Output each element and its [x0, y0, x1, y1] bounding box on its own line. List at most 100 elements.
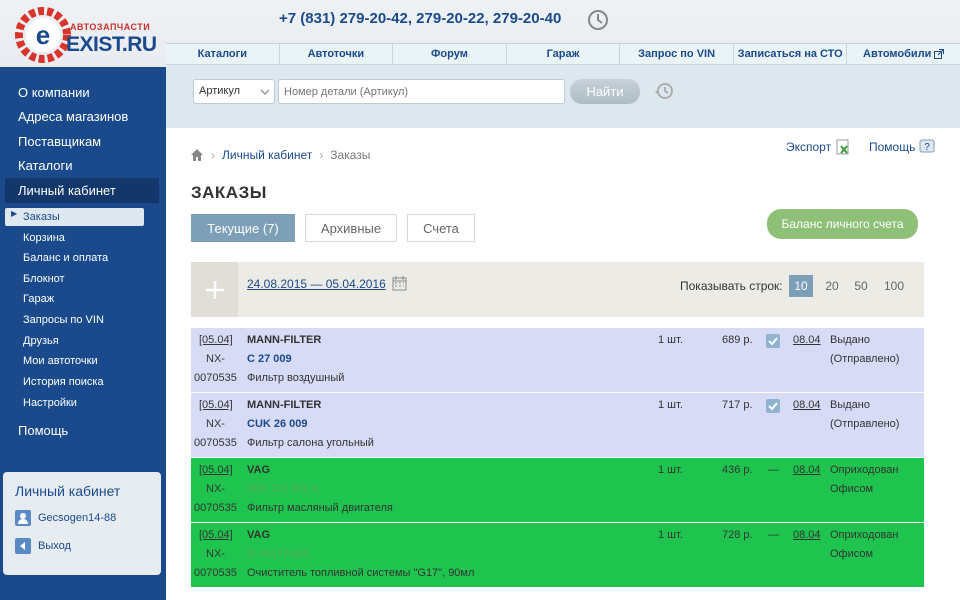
order-date[interactable]: [05.04]: [199, 334, 233, 346]
logo[interactable]: e АВТОЗАПЧАСТИ EXIST.RU: [14, 6, 164, 64]
sidebar-sub-orders[interactable]: ▶ Заказы: [5, 208, 144, 226]
nav-catalogs[interactable]: Каталоги: [166, 44, 280, 64]
nav-cars-label: Автомобили: [863, 48, 932, 60]
order-part-code[interactable]: 06D 115 562 A: [247, 483, 319, 495]
checkbox-checked-icon[interactable]: [766, 334, 780, 348]
order-quantity: 1 шт.: [658, 334, 683, 346]
sidebar-item-catalogs[interactable]: Каталоги: [0, 158, 166, 173]
sidebar-item-about[interactable]: О компании: [0, 85, 166, 100]
order-row[interactable]: [05.04] NX- 0070535 MANN-FILTER C 27 009…: [191, 328, 924, 392]
order-number: 0070535: [194, 437, 237, 449]
history-icon[interactable]: [654, 81, 674, 101]
sidebar-sub-friends[interactable]: Друзья: [0, 335, 166, 347]
sidebar-sub-orders-label: Заказы: [23, 211, 60, 223]
rows-option-50[interactable]: 50: [849, 275, 873, 297]
sidebar-sub-vin[interactable]: Запросы по VIN: [0, 314, 166, 326]
logout-icon: [15, 538, 31, 554]
nav-forum[interactable]: Форум: [393, 44, 507, 64]
order-part-code[interactable]: C 27 009: [247, 353, 292, 365]
order-number-prefix: NX-: [206, 418, 225, 430]
order-description: Фильтр салона угольный: [247, 437, 374, 449]
svg-text:e: e: [36, 20, 50, 50]
sidebar-item-cabinet[interactable]: Личный кабинет: [5, 178, 159, 203]
order-delivery-date[interactable]: 08.04: [793, 529, 821, 541]
breadcrumb-cabinet[interactable]: Личный кабинет: [222, 148, 312, 162]
sidebar-sub-notebook[interactable]: Блокнот: [0, 273, 166, 285]
order-delivery-date[interactable]: 08.04: [793, 464, 821, 476]
order-brand: VAG: [247, 464, 271, 476]
sidebar-item-stores[interactable]: Адреса магазинов: [0, 109, 166, 124]
sidebar-item-suppliers[interactable]: Поставщикам: [0, 134, 166, 149]
order-status-detail: Офисом: [830, 548, 874, 560]
search-type-value: Артикул: [199, 85, 241, 97]
order-price: 728 р.: [722, 529, 753, 541]
nav-autopoints[interactable]: Автоточки: [280, 44, 394, 64]
rows-option-100[interactable]: 100: [880, 275, 908, 297]
order-row[interactable]: [05.04] NX- 0070535 VAG 06D 115 562 A Фи…: [191, 458, 924, 522]
date-range-link[interactable]: 24.08.2015 — 05.04.2016: [247, 277, 386, 291]
help-link[interactable]: Помощь ?: [869, 139, 935, 155]
sidebar-item-help[interactable]: Помощь: [0, 423, 166, 438]
phone-numbers: +7 (831) 279-20-42, 279-20-22, 279-20-40: [279, 10, 562, 27]
order-row[interactable]: [05.04] NX- 0070535 MANN-FILTER CUK 26 0…: [191, 393, 924, 457]
user-link[interactable]: Gecsogen14-88: [15, 510, 116, 526]
order-date[interactable]: [05.04]: [199, 399, 233, 411]
rows-option-10[interactable]: 10: [789, 275, 813, 297]
logo-text: EXIST.RU: [66, 33, 157, 56]
external-link-icon: [934, 49, 945, 59]
order-date[interactable]: [05.04]: [199, 464, 233, 476]
breadcrumb-current: Заказы: [330, 148, 371, 162]
sidebar-sub-search-history[interactable]: История поиска: [0, 376, 166, 388]
logout-link[interactable]: Выход: [15, 538, 71, 554]
filter-bar: 24.08.2015 — 05.04.2016 Показывать строк…: [191, 262, 924, 317]
sidebar-sub-cart[interactable]: Корзина: [0, 232, 166, 244]
order-date[interactable]: [05.04]: [199, 529, 233, 541]
order-part-code[interactable]: CUK 26 009: [247, 418, 308, 430]
part-number-input[interactable]: [278, 79, 565, 104]
nav-cars[interactable]: Автомобили: [847, 44, 960, 64]
checkbox-checked-icon[interactable]: [766, 399, 780, 413]
sidebar-sub-balance[interactable]: Баланс и оплата: [0, 252, 166, 264]
sidebar-sub-autopoints[interactable]: Мои автоточки: [0, 355, 166, 367]
order-brand: MANN-FILTER: [247, 334, 322, 346]
order-row[interactable]: [05.04] NX- 0070535 VAG G 001770A2 Очист…: [191, 523, 924, 587]
order-status-detail: Офисом: [830, 483, 874, 495]
search-button[interactable]: Найти: [570, 79, 640, 104]
order-check-empty: —: [768, 529, 779, 541]
order-delivery-date[interactable]: 08.04: [793, 334, 821, 346]
order-part-code[interactable]: G 001770A2: [247, 548, 309, 560]
export-link[interactable]: Экспорт: [786, 139, 851, 155]
search-type-select[interactable]: Артикул: [193, 79, 275, 104]
nav-vin-request[interactable]: Запрос по VIN: [620, 44, 734, 64]
order-description: Фильтр воздушный: [247, 372, 345, 384]
rows-option-20[interactable]: 20: [820, 275, 844, 297]
tab-current[interactable]: Текущие (7): [191, 214, 295, 242]
cabinet-panel: Личный кабинет Gecsogen14-88 Выход: [3, 472, 161, 575]
nav-garage[interactable]: Гараж: [507, 44, 621, 64]
tab-invoices[interactable]: Счета: [407, 214, 475, 242]
clock-icon[interactable]: [587, 9, 609, 31]
order-status-detail: (Отправлено): [830, 353, 900, 365]
order-brand: MANN-FILTER: [247, 399, 322, 411]
order-quantity: 1 шт.: [658, 399, 683, 411]
order-number-prefix: NX-: [206, 548, 225, 560]
arrow-right-icon: ▶: [11, 209, 18, 218]
page: e АВТОЗАПЧАСТИ EXIST.RU +7 (831) 279-20-…: [0, 0, 960, 600]
order-delivery-date[interactable]: 08.04: [793, 399, 821, 411]
order-brand: VAG: [247, 529, 271, 541]
order-number-prefix: NX-: [206, 483, 225, 495]
order-status: Выдано: [830, 399, 870, 411]
order-status: Оприходован: [830, 529, 899, 541]
order-status: Выдано: [830, 334, 870, 346]
nav-service-booking[interactable]: Записаться на СТО: [734, 44, 848, 64]
expand-filter-button[interactable]: [191, 262, 238, 317]
sidebar-sub-settings[interactable]: Настройки: [0, 397, 166, 409]
calendar-icon[interactable]: [392, 276, 407, 291]
sidebar-sub-garage[interactable]: Гараж: [0, 293, 166, 305]
help-label: Помощь: [869, 140, 916, 154]
user-icon: [15, 510, 31, 526]
balance-button[interactable]: Баланс личного счета: [767, 209, 918, 239]
home-icon[interactable]: [190, 148, 204, 162]
tab-archive[interactable]: Архивные: [305, 214, 397, 242]
top-nav: Каталоги Автоточки Форум Гараж Запрос по…: [166, 43, 960, 65]
